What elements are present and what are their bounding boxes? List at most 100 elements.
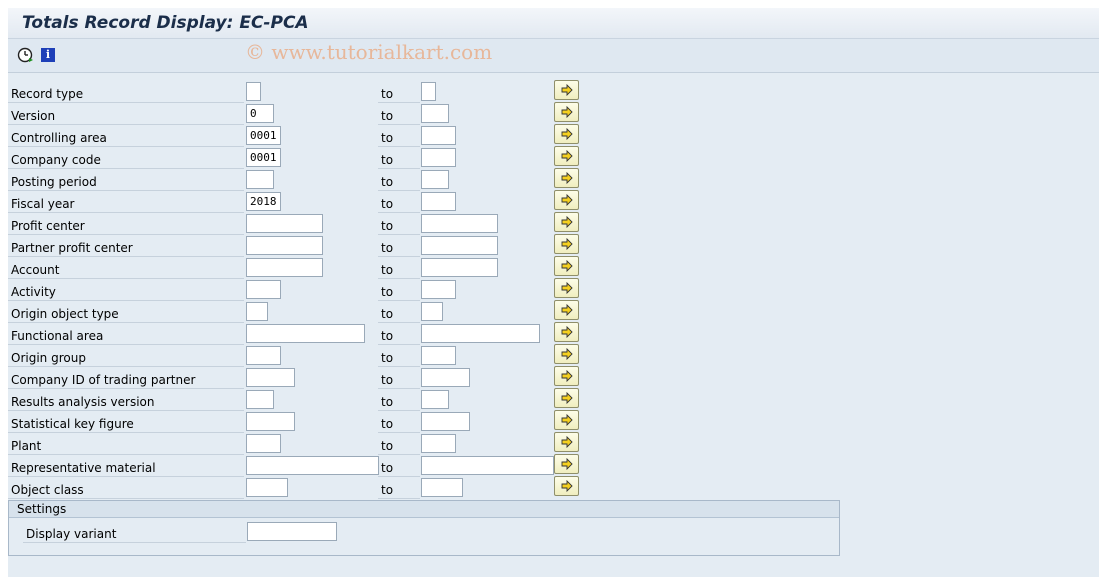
range-to-text: to — [381, 241, 394, 255]
range-high-input[interactable] — [421, 456, 554, 475]
range-low-input[interactable]: 0 — [246, 104, 274, 123]
range-high-input[interactable] — [421, 170, 449, 189]
range-high-input[interactable] — [421, 126, 456, 145]
range-high-input[interactable] — [421, 214, 498, 233]
multiple-selection-button[interactable] — [554, 366, 579, 386]
multiple-selection-button[interactable] — [554, 432, 579, 452]
range-to-text: to — [381, 263, 394, 277]
field-label: Controlling area — [8, 126, 244, 147]
range-low-input[interactable] — [246, 82, 261, 101]
range-high-input[interactable] — [421, 412, 470, 431]
arrow-right-icon — [561, 414, 573, 426]
range-high-input[interactable] — [421, 192, 456, 211]
multiple-selection-button[interactable] — [554, 212, 579, 232]
arrow-right-icon — [561, 326, 573, 338]
field-label-text: Profit center — [11, 219, 85, 233]
range-low-input[interactable]: 0001 — [246, 148, 281, 167]
range-high-input[interactable] — [421, 302, 443, 321]
range-high-input[interactable] — [421, 368, 470, 387]
selection-row: Activity to — [8, 278, 1099, 302]
range-high-input[interactable] — [421, 104, 449, 123]
arrow-right-icon — [561, 84, 573, 96]
selection-row: Fiscal year 2018 to — [8, 190, 1099, 214]
range-high-input[interactable] — [421, 280, 456, 299]
range-high-input[interactable] — [421, 324, 540, 343]
range-low-input[interactable]: 0001 — [246, 126, 281, 145]
range-low-input[interactable] — [246, 412, 295, 431]
multiple-selection-button[interactable] — [554, 388, 579, 408]
range-low-input[interactable] — [246, 214, 323, 233]
selection-row: Company code 0001 to — [8, 146, 1099, 170]
range-low-input[interactable] — [246, 478, 288, 497]
multiple-selection-button[interactable] — [554, 168, 579, 188]
multiple-selection-button[interactable] — [554, 124, 579, 144]
range-low-input[interactable] — [246, 368, 295, 387]
arrow-right-icon — [561, 436, 573, 448]
field-label-text: Origin object type — [11, 307, 119, 321]
display-variant-input[interactable] — [247, 522, 337, 541]
arrow-right-icon — [561, 238, 573, 250]
multiple-selection-button[interactable] — [554, 300, 579, 320]
range-low-input[interactable] — [246, 390, 274, 409]
selection-row: Company ID of trading partner to — [8, 366, 1099, 390]
range-to-text: to — [381, 329, 394, 343]
multiple-selection-button[interactable] — [554, 476, 579, 496]
arrow-right-icon — [561, 106, 573, 118]
title-bar: Totals Record Display: EC-PCA — [8, 8, 1099, 39]
field-label-text: Fiscal year — [11, 197, 75, 211]
range-high-input[interactable] — [421, 346, 456, 365]
multiple-selection-button[interactable] — [554, 234, 579, 254]
field-label: Functional area — [8, 324, 244, 345]
arrow-right-icon — [561, 128, 573, 140]
selection-row: Posting period to — [8, 168, 1099, 192]
multiple-selection-button[interactable] — [554, 146, 579, 166]
range-high-input[interactable] — [421, 434, 456, 453]
range-low-input[interactable] — [246, 456, 379, 475]
range-low-input[interactable]: 2018 — [246, 192, 281, 211]
range-high-input[interactable] — [421, 148, 456, 167]
range-to-label: to — [378, 412, 420, 433]
range-low-input[interactable] — [246, 170, 274, 189]
range-low-input[interactable] — [246, 324, 365, 343]
range-high-input[interactable] — [421, 390, 449, 409]
field-label-text: Controlling area — [11, 131, 107, 145]
range-high-input[interactable] — [421, 258, 498, 277]
sap-screen: Totals Record Display: EC-PCA i © www.tu… — [0, 0, 1099, 577]
execute-clock-icon[interactable] — [17, 47, 33, 63]
range-high-input[interactable] — [421, 82, 436, 101]
multiple-selection-button[interactable] — [554, 190, 579, 210]
multiple-selection-button[interactable] — [554, 278, 579, 298]
range-to-text: to — [381, 153, 394, 167]
range-high-input[interactable] — [421, 478, 463, 497]
range-low-input[interactable] — [246, 236, 323, 255]
selection-row: Profit center to — [8, 212, 1099, 236]
range-low-input[interactable] — [246, 280, 281, 299]
display-variant-label-text: Display variant — [26, 527, 117, 541]
range-to-text: to — [381, 197, 394, 211]
field-label-text: Plant — [11, 439, 42, 453]
range-to-label: to — [378, 236, 420, 257]
field-label: Representative material — [8, 456, 244, 477]
multiple-selection-button[interactable] — [554, 102, 579, 122]
arrow-right-icon — [561, 348, 573, 360]
multiple-selection-button[interactable] — [554, 410, 579, 430]
selection-row: Controlling area 0001 to — [8, 124, 1099, 148]
range-to-text: to — [381, 461, 394, 475]
range-low-input[interactable] — [246, 302, 268, 321]
info-icon[interactable]: i — [41, 48, 55, 62]
range-low-input[interactable] — [246, 258, 323, 277]
range-low-input[interactable] — [246, 346, 281, 365]
arrow-right-icon — [561, 172, 573, 184]
field-label-text: Activity — [11, 285, 56, 299]
arrow-right-icon — [561, 150, 573, 162]
selection-row: Version 0 to — [8, 102, 1099, 126]
multiple-selection-button[interactable] — [554, 80, 579, 100]
multiple-selection-button[interactable] — [554, 256, 579, 276]
arrow-right-icon — [561, 392, 573, 404]
range-high-input[interactable] — [421, 236, 498, 255]
range-low-input[interactable] — [246, 434, 281, 453]
arrow-right-icon — [561, 304, 573, 316]
multiple-selection-button[interactable] — [554, 454, 579, 474]
multiple-selection-button[interactable] — [554, 322, 579, 342]
multiple-selection-button[interactable] — [554, 344, 579, 364]
